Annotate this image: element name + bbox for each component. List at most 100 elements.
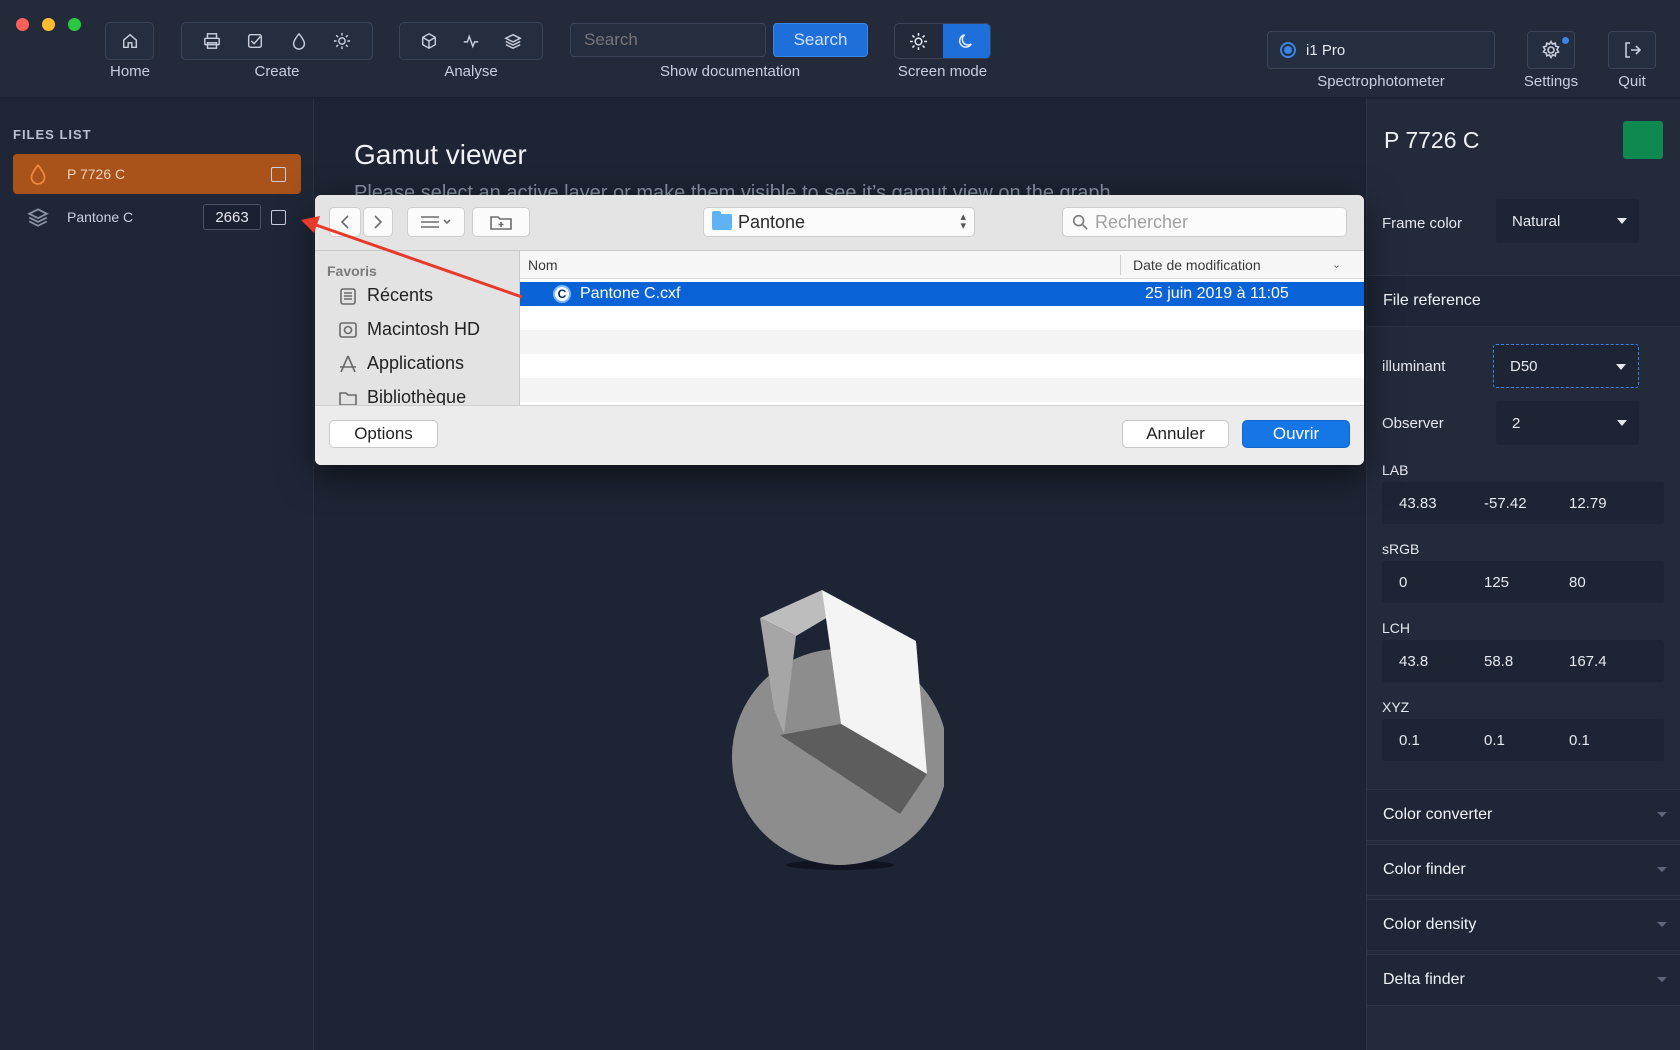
favorite-label: Macintosh HD [367, 319, 481, 339]
xyz-x: 0.1 [1399, 731, 1420, 749]
chevron-right-icon [374, 215, 383, 229]
screen-mode-toggle [894, 23, 991, 59]
moon-icon [958, 33, 972, 48]
activity-icon[interactable] [460, 30, 482, 52]
section-title: Color density [1383, 916, 1477, 933]
dialog-search-placeholder: Rechercher [1095, 211, 1189, 232]
device-name: i1 Pro [1306, 41, 1346, 59]
screen-mode-label: Screen mode [897, 63, 988, 80]
gear-icon [1542, 40, 1560, 60]
illuminant-label: illuminant [1382, 358, 1446, 375]
home-icon [119, 30, 141, 52]
forward-button[interactable] [363, 207, 393, 237]
back-button[interactable] [329, 207, 361, 237]
open-file-dialog: Pantone ▴ ▾ Rechercher Favoris Récents Ma… [315, 195, 1364, 465]
empty-row [520, 354, 1364, 378]
sort-chevron-icon: ⌄ [1332, 259, 1342, 271]
favorite-applications[interactable]: Applications [337, 353, 464, 374]
search-icon [1072, 214, 1088, 230]
illuminant-select[interactable]: D50 [1493, 344, 1639, 388]
dark-mode-button[interactable] [942, 24, 990, 58]
cube-icon[interactable] [418, 30, 440, 52]
frame-color-select[interactable]: Natural [1496, 199, 1639, 243]
search-button[interactable]: Search [773, 23, 868, 57]
window-maximize-button[interactable] [68, 18, 81, 31]
open-button[interactable]: Ouvrir [1242, 420, 1350, 448]
illuminant-value: D50 [1510, 357, 1538, 375]
up-down-chevron-icon: ▴ ▾ [960, 211, 966, 232]
favorite-library[interactable]: Bibliothèque [337, 387, 466, 405]
home-label: Home [109, 63, 150, 80]
notification-dot [1562, 37, 1569, 44]
location-name: Pantone [738, 211, 806, 232]
search-input[interactable] [570, 23, 766, 57]
favorite-macintosh-hd[interactable]: Macintosh HD [337, 319, 480, 340]
lab-label: LAB [1382, 462, 1409, 478]
drop-icon[interactable] [288, 30, 310, 52]
srgb-label: sRGB [1382, 541, 1420, 557]
settings-button[interactable] [1527, 31, 1575, 69]
frame-color-label: Frame color [1382, 215, 1463, 232]
column-header-name[interactable]: Nom [528, 257, 558, 273]
file-date: 25 juin 2019 à 11:05 [1145, 285, 1289, 302]
layers-icon[interactable] [502, 30, 524, 52]
file-item-pantone-c[interactable]: Pantone C 2663 [13, 197, 301, 237]
gamut-graph[interactable] [704, 509, 944, 879]
file-row-selected[interactable]: C Pantone C.cxf 25 juin 2019 à 11:05 [520, 282, 1364, 306]
home-button[interactable] [105, 22, 154, 60]
dialog-search-field[interactable]: Rechercher [1062, 207, 1347, 237]
light-mode-button[interactable] [895, 24, 943, 58]
color-density-section[interactable]: Color density [1367, 899, 1680, 951]
xyz-values: 0.1 0.1 0.1 [1382, 719, 1664, 761]
favorite-recents[interactable]: Récents [337, 285, 433, 306]
quit-button[interactable] [1608, 31, 1656, 69]
checkbox-icon[interactable] [244, 30, 266, 52]
lch-h: 167.4 [1569, 652, 1607, 670]
empty-row [520, 378, 1364, 402]
window-minimize-button[interactable] [42, 18, 55, 31]
srgb-b: 80 [1569, 573, 1586, 591]
xyz-y: 0.1 [1484, 731, 1505, 749]
caret-down-icon [1617, 420, 1627, 426]
xyz-z: 0.1 [1569, 731, 1590, 749]
cancel-button[interactable]: Annuler [1122, 420, 1229, 448]
folder-icon [712, 211, 732, 230]
color-converter-section[interactable]: Color converter [1367, 789, 1680, 841]
empty-row [520, 306, 1364, 330]
settings-label: Settings [1523, 73, 1579, 90]
sun-icon[interactable] [331, 30, 353, 52]
file-name: Pantone C [67, 209, 134, 225]
toolbar: Home Create Analyse Search Show document… [0, 0, 1680, 98]
view-mode-button[interactable] [407, 207, 465, 237]
file-reference-title: File reference [1383, 292, 1481, 309]
show-documentation-label[interactable]: Show documentation [620, 63, 840, 80]
hard-drive-icon [337, 320, 359, 340]
lch-values: 43.8 58.8 167.4 [1382, 640, 1664, 682]
column-header-date[interactable]: Date de modification [1133, 257, 1261, 273]
color-details-panel: P 7726 C Frame color Natural File refere… [1366, 99, 1680, 1050]
lab-values: 43.83 -57.42 12.79 [1382, 482, 1664, 524]
new-folder-button[interactable] [472, 207, 530, 237]
window-close-button[interactable] [16, 18, 29, 31]
file-browser-list: Nom Date de modification ⌄ C Pantone C.c… [520, 251, 1364, 405]
caret-down-icon [1657, 977, 1667, 982]
srgb-r: 0 [1399, 573, 1408, 591]
visibility-checkbox[interactable] [271, 166, 286, 182]
lab-a: -57.42 [1484, 494, 1527, 512]
observer-select[interactable]: 2 [1496, 401, 1639, 445]
favorite-label: Bibliothèque [367, 387, 467, 405]
dialog-footer: Options Annuler Ouvrir [315, 405, 1364, 465]
color-finder-section[interactable]: Color finder [1367, 844, 1680, 896]
srgb-values: 0 125 80 [1382, 561, 1664, 603]
location-popup[interactable]: Pantone ▴ ▾ [703, 207, 975, 237]
options-button[interactable]: Options [329, 420, 438, 448]
create-label: Create [254, 63, 300, 80]
delta-finder-section[interactable]: Delta finder [1367, 954, 1680, 1006]
device-selector[interactable]: i1 Pro [1267, 31, 1495, 69]
file-item-p7726c[interactable]: P 7726 C [13, 154, 301, 194]
visibility-checkbox[interactable] [271, 209, 286, 225]
file-name: P 7726 C [67, 166, 126, 182]
printer-icon[interactable] [201, 30, 223, 52]
layers-icon [25, 206, 51, 228]
xyz-label: XYZ [1382, 699, 1410, 715]
